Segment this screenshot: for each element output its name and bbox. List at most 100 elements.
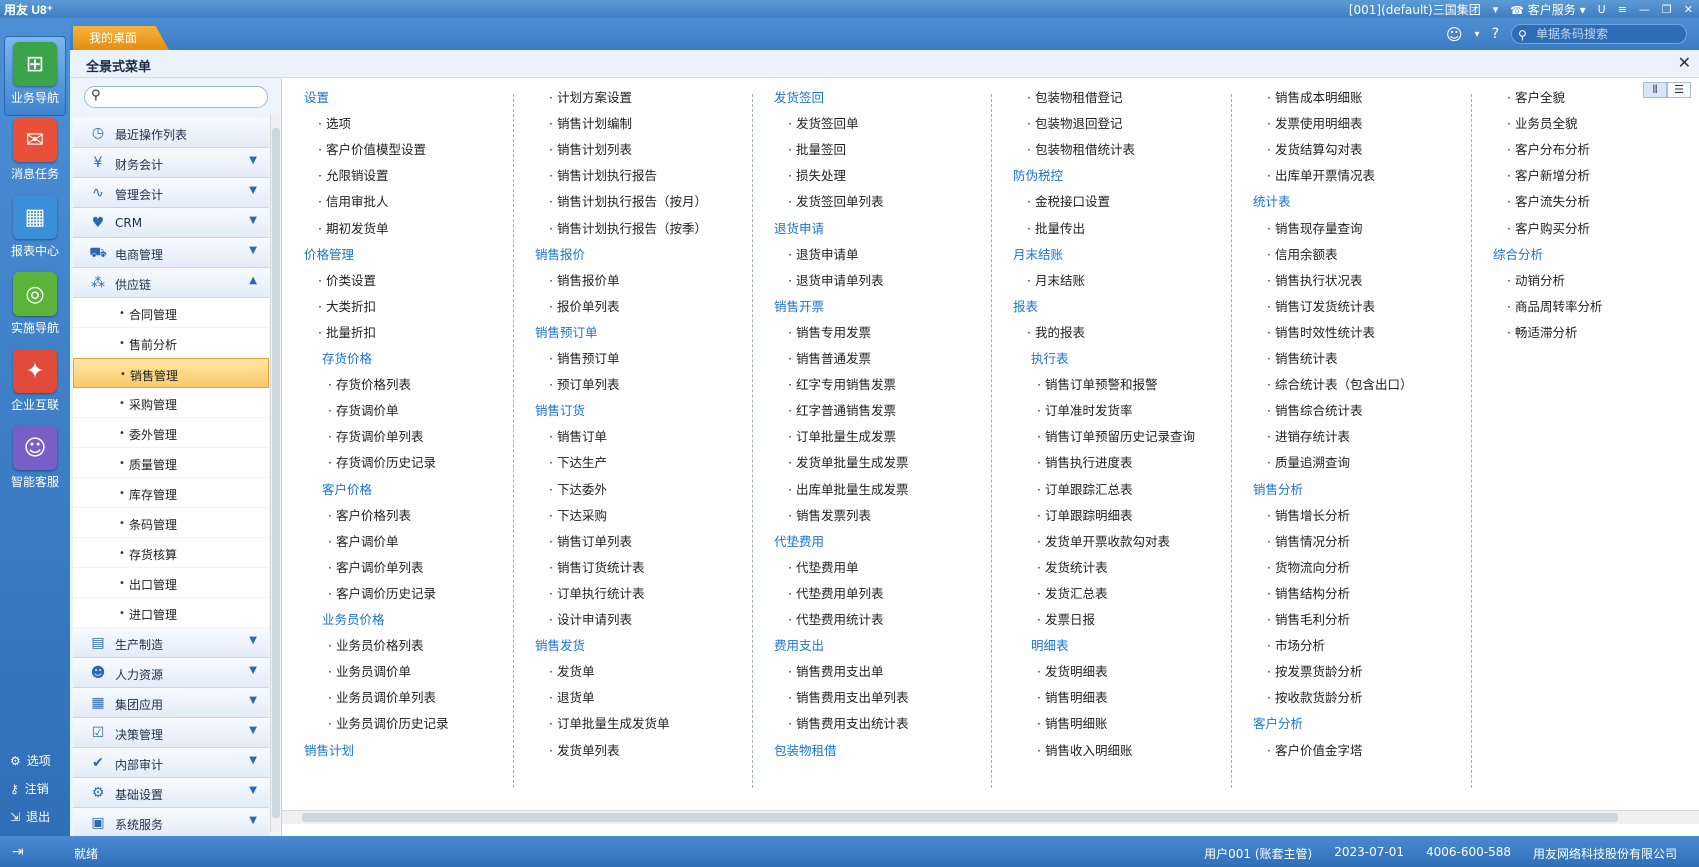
menu-item[interactable]: · 销售毛利分析 [1267, 610, 1350, 630]
menu-item[interactable]: · 销售发票列表 [788, 506, 871, 526]
menu-item[interactable]: · 发货结算勾对表 [1267, 140, 1362, 160]
menu-item[interactable]: · 按发票货龄分析 [1267, 662, 1362, 682]
category-chart[interactable]: ∿ 管理会计 ▼ [73, 178, 269, 208]
close-icon[interactable]: ✕ [1678, 53, 1691, 72]
menu-item[interactable]: · 销售报价单 [549, 271, 619, 291]
menu-item[interactable]: · 出库单开票情况表 [1267, 166, 1375, 186]
menu-item[interactable]: · 发货单开票收款勾对表 [1037, 532, 1170, 552]
close-window-icon[interactable]: ✕ [1684, 3, 1693, 16]
chevron-down-icon[interactable]: ▼ [249, 755, 257, 766]
menu-item[interactable]: · 销售计划执行报告（按季） [549, 219, 707, 239]
menu-item[interactable]: · 下达生产 [549, 453, 607, 473]
menu-item[interactable]: · 订单跟踪明细表 [1037, 506, 1132, 526]
menu-item[interactable]: · 发票使用明细表 [1267, 114, 1362, 134]
menu-item[interactable]: · 销售订单预留历史记录查询 [1037, 427, 1195, 447]
sidebar-item-3[interactable]: • 采购管理 [73, 388, 269, 418]
menu-item[interactable]: · 我的报表 [1027, 323, 1085, 343]
menu-item[interactable]: · 金税接口设置 [1027, 192, 1110, 212]
menu-item[interactable]: · 畅适滞分析 [1507, 323, 1577, 343]
menu-item[interactable]: · 客户调价历史记录 [328, 584, 436, 604]
menu-item[interactable]: · 信用审批人 [318, 192, 388, 212]
menu-item[interactable]: · 销售结构分析 [1267, 584, 1350, 604]
menu-item[interactable]: · 销售收入明细账 [1037, 741, 1132, 761]
menu-item[interactable]: · 销售订货统计表 [549, 558, 644, 578]
menu-item[interactable]: · 销售计划执行报告（按月） [549, 192, 707, 212]
menu-item[interactable]: · 红字专用销售发票 [788, 375, 896, 395]
menu-item[interactable]: · 销售费用支出单列表 [788, 688, 908, 708]
sidebar-item-1[interactable]: • 售前分析 [73, 328, 269, 358]
menu-item[interactable]: · 客户新增分析 [1507, 166, 1590, 186]
menu-item[interactable]: · 退货申请单列表 [788, 271, 883, 291]
chevron-down-icon[interactable]: ▼ [249, 815, 257, 826]
menu-item[interactable]: · 订单跟踪汇总表 [1037, 480, 1132, 500]
menu-item[interactable]: · 存货价格列表 [328, 375, 411, 395]
tab-my-desktop[interactable]: 我的桌面 [73, 26, 169, 50]
menu-item[interactable]: · 发货统计表 [1037, 558, 1107, 578]
sidebar-item-0[interactable]: • 合同管理 [73, 298, 269, 328]
scrollbar-thumb[interactable] [272, 128, 280, 818]
menu-item[interactable]: · 退货申请单 [788, 245, 858, 265]
menu-item[interactable]: · 销售执行进度表 [1037, 453, 1132, 473]
u-logo-icon[interactable]: U [1598, 3, 1606, 16]
menu-icon[interactable]: ≡ [1618, 3, 1627, 16]
menu-item[interactable]: · 业务员调价历史记录 [328, 714, 448, 734]
menu-item[interactable]: · 报价单列表 [549, 297, 619, 317]
side-option-gear[interactable]: ⚙ 选项 [10, 752, 51, 769]
account-dropdown-icon[interactable]: ▾ [1493, 3, 1499, 16]
menu-item[interactable]: · 计划方案设置 [549, 88, 632, 108]
menu-item[interactable]: · 允限销设置 [318, 166, 388, 186]
chevron-up-icon[interactable]: ▲ [249, 275, 257, 286]
menu-item[interactable]: · 客户调价单列表 [328, 558, 423, 578]
menu-item[interactable]: · 代垫费用单 [788, 558, 858, 578]
category-scrollbar[interactable] [270, 114, 280, 832]
menu-item[interactable]: · 综合统计表（包含出口） [1267, 375, 1412, 395]
category-system-service[interactable]: ▣ 系统服务 ▼ [73, 808, 269, 838]
sidebar-item-6[interactable]: • 库存管理 [73, 478, 269, 508]
chevron-down-icon[interactable]: ▼ [249, 185, 257, 196]
menu-item[interactable]: · 期初发货单 [318, 219, 388, 239]
sidebar-item-8[interactable]: • 存货核算 [73, 538, 269, 568]
chevron-down-icon[interactable]: ▼ [249, 245, 257, 256]
menu-item[interactable]: · 业务员调价单列表 [328, 688, 436, 708]
menu-item[interactable]: · 信用余额表 [1267, 245, 1337, 265]
nav-business-nav-button[interactable]: ⊞ 业务导航 [4, 36, 66, 116]
menu-item[interactable]: · 销售现存量查询 [1267, 219, 1362, 239]
sidebar-item-10[interactable]: • 进口管理 [73, 598, 269, 628]
menu-item[interactable]: · 出库单批量生成发票 [788, 480, 908, 500]
menu-item[interactable]: · 预订单列表 [549, 375, 619, 395]
menu-item[interactable]: · 销售计划执行报告 [549, 166, 657, 186]
sidebar-item-5[interactable]: • 质量管理 [73, 448, 269, 478]
help-icon[interactable]: ? [1492, 26, 1499, 42]
menu-item[interactable]: · 发货汇总表 [1037, 584, 1107, 604]
menu-item[interactable]: · 货物流向分析 [1267, 558, 1350, 578]
menu-item[interactable]: · 按收款货龄分析 [1267, 688, 1362, 708]
menu-item[interactable]: · 动销分析 [1507, 271, 1565, 291]
chevron-down-icon[interactable]: ▼ [249, 155, 257, 166]
category-supply-chain[interactable]: ⁂ 供应链 ▲ [73, 268, 269, 298]
menu-item[interactable]: · 质量追溯查询 [1267, 453, 1350, 473]
scrollbar-thumb[interactable] [302, 813, 1618, 822]
account-selector[interactable]: [001](default)三国集团 [1349, 1, 1481, 18]
menu-item[interactable]: · 销售计划列表 [549, 140, 632, 160]
category-person[interactable]: ☻ 人力资源 ▼ [73, 658, 269, 688]
sidebar-item-7[interactable]: • 条码管理 [73, 508, 269, 538]
chevron-down-icon[interactable]: ▼ [249, 785, 257, 796]
customer-service-button[interactable]: ☎ 客户服务 ▾ [1510, 1, 1585, 18]
menu-item[interactable]: · 销售计划编制 [549, 114, 632, 134]
menu-item[interactable]: · 发票日报 [1037, 610, 1095, 630]
category-crm[interactable]: ♥ CRM ▼ [73, 208, 269, 238]
chevron-down-icon[interactable]: ▼ [249, 215, 257, 226]
menu-item[interactable]: · 销售成本明细账 [1267, 88, 1362, 108]
menu-item[interactable]: · 红字普通销售发票 [788, 401, 896, 421]
smiley-icon[interactable]: ☺ [1446, 25, 1463, 44]
menu-item[interactable]: · 客户价值金字塔 [1267, 741, 1362, 761]
menu-item[interactable]: · 业务员全貌 [1507, 114, 1577, 134]
menu-search-input[interactable]: ⚲ [84, 86, 268, 108]
menu-item[interactable]: · 月末结账 [1027, 271, 1085, 291]
menu-item[interactable]: · 销售普通发票 [788, 349, 871, 369]
nav-implementation-nav-button[interactable]: ◎ 实施导航 [4, 267, 66, 347]
menu-item[interactable]: · 代垫费用统计表 [788, 610, 883, 630]
chevron-down-icon[interactable]: ▼ [249, 725, 257, 736]
nav-message-task-button[interactable]: ✉ 消息任务 [4, 113, 66, 193]
menu-item[interactable]: · 销售统计表 [1267, 349, 1337, 369]
